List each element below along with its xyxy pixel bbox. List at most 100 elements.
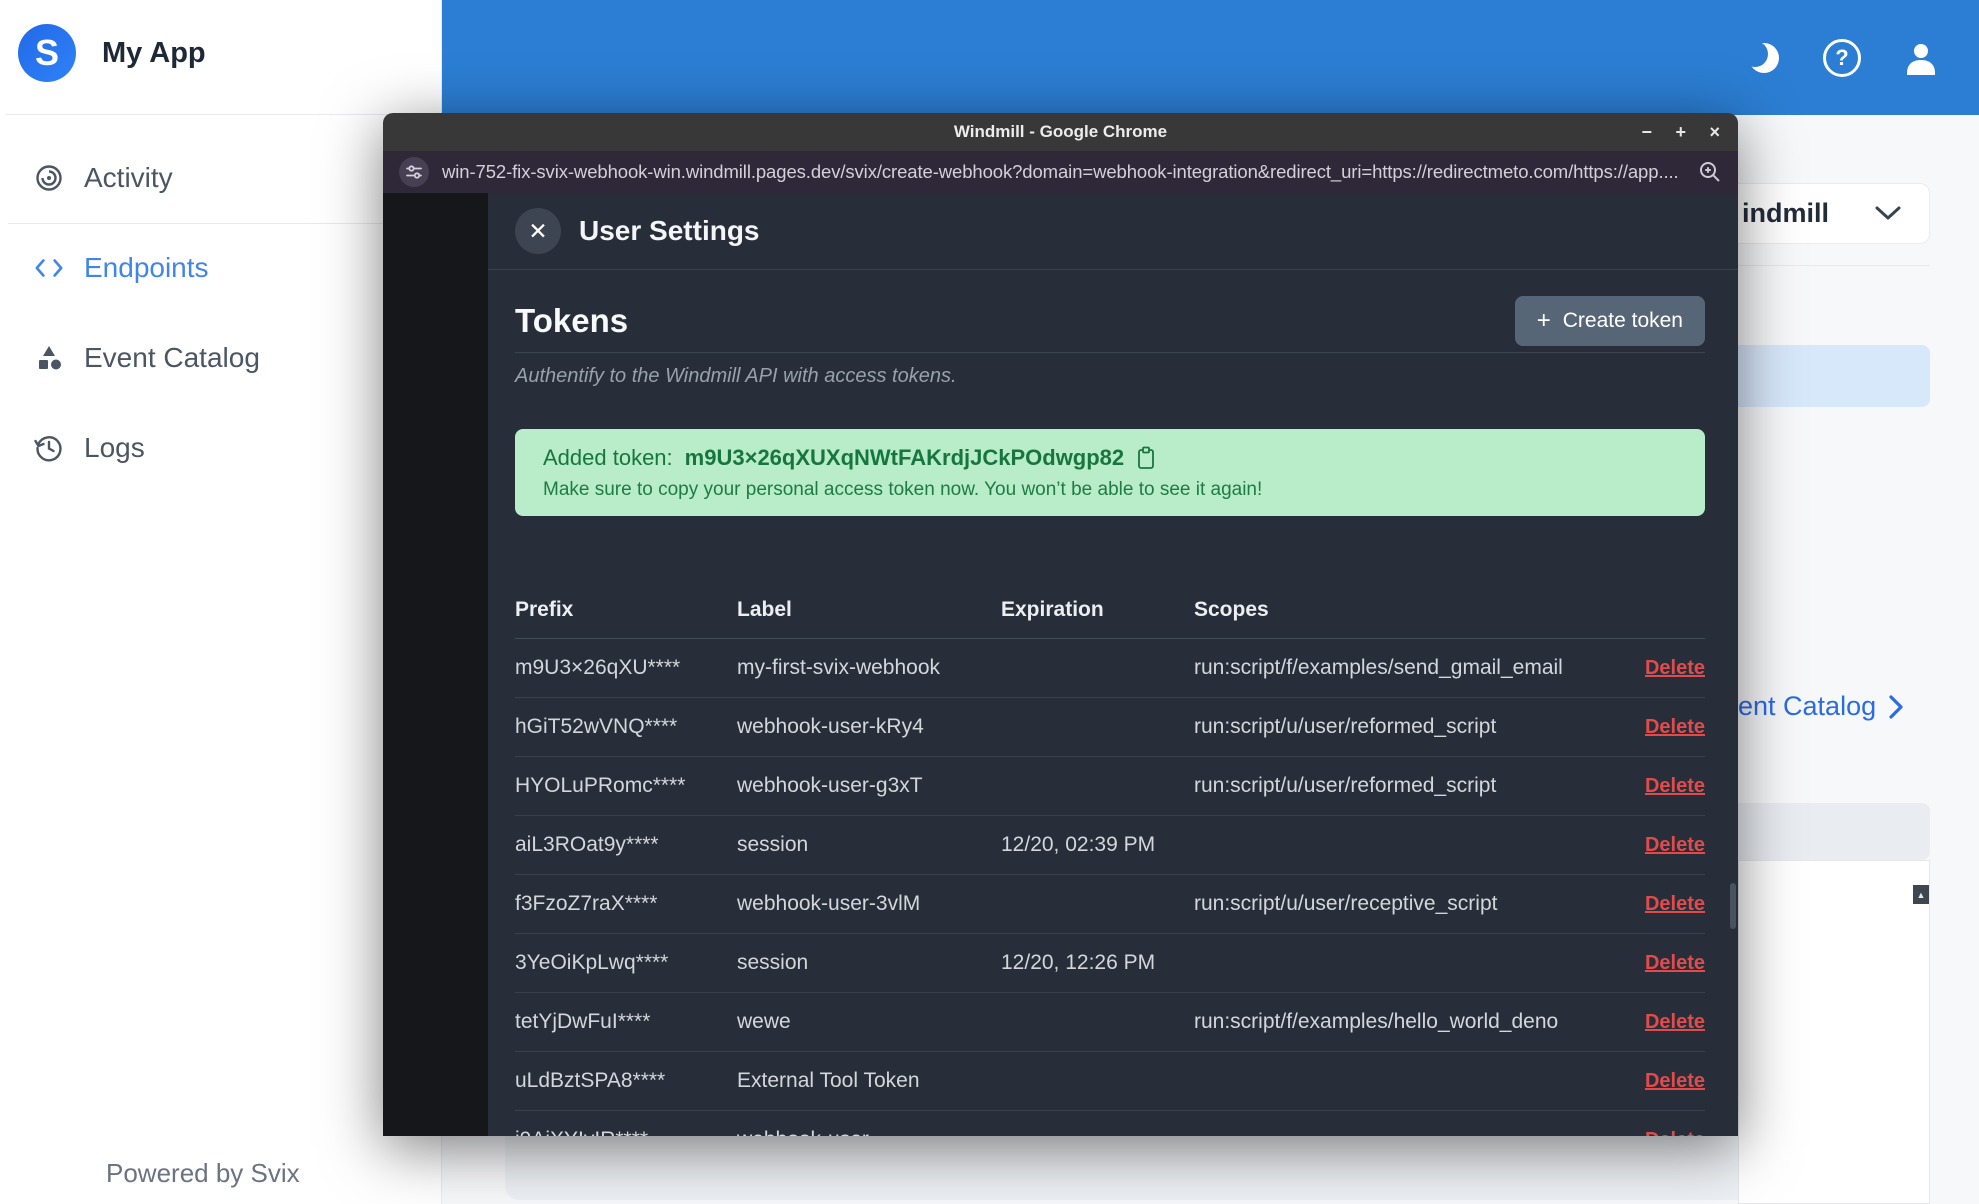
token-scopes: run:script/f/examples/send_gmail_email bbox=[1194, 638, 1610, 698]
user-account-icon[interactable] bbox=[1903, 41, 1939, 75]
token-prefix: HYOLuPRomc**** bbox=[515, 756, 737, 816]
site-settings-icon[interactable] bbox=[399, 157, 429, 187]
token-label: webhook-user-3vlM bbox=[737, 874, 1001, 934]
info-banner-fragment bbox=[1738, 345, 1930, 407]
drawer-title: User Settings bbox=[579, 215, 760, 246]
token-delete-link[interactable]: Delete bbox=[1645, 834, 1705, 856]
workspace-selector-fragment[interactable]: indmill bbox=[1738, 183, 1930, 244]
table-row: 3YeOiKpLwq**** session 12/20, 12:26 PM D… bbox=[515, 933, 1705, 993]
token-delete-link[interactable]: Delete bbox=[1645, 1011, 1705, 1033]
token-scopes: run:script/u/user/reformed_script bbox=[1194, 756, 1610, 816]
token-delete-link[interactable]: Delete bbox=[1645, 716, 1705, 738]
event-catalog-link-text: ent Catalog bbox=[1738, 691, 1877, 721]
token-prefix: uLdBztSPA8**** bbox=[515, 1051, 737, 1111]
token-label: my-first-svix-webhook bbox=[737, 638, 1001, 698]
token-expiration bbox=[1001, 756, 1194, 816]
window-titlebar[interactable]: Windmill - Google Chrome − + × bbox=[383, 113, 1738, 151]
token-delete-link[interactable]: Delete bbox=[1645, 775, 1705, 797]
shapes-icon bbox=[34, 344, 64, 372]
tokens-heading: Tokens bbox=[515, 302, 629, 339]
activity-icon bbox=[34, 163, 64, 193]
token-expiration: 12/20, 02:39 PM bbox=[1001, 815, 1194, 875]
drawer-header: ✕ User Settings bbox=[488, 193, 1738, 270]
token-scopes: run:script/u/user/reformed_script bbox=[1194, 697, 1610, 757]
token-prefix: m9U3×26qXU**** bbox=[515, 638, 737, 698]
zoom-in-icon[interactable] bbox=[1698, 160, 1722, 184]
help-icon[interactable]: ? bbox=[1823, 38, 1861, 77]
divider bbox=[1738, 265, 1930, 266]
dimmed-page-backdrop bbox=[383, 193, 488, 1136]
token-delete-link[interactable]: Delete bbox=[1645, 893, 1705, 915]
table-row: i9AjXYIyIR**** webhook-user Delete bbox=[515, 1110, 1705, 1136]
create-token-button[interactable]: + Create token bbox=[1514, 296, 1705, 346]
token-delete-link[interactable]: Delete bbox=[1645, 1070, 1705, 1092]
portal-sidebar: S My App Activity Endpoints Event Catalo… bbox=[0, 0, 442, 1204]
sidebar-item-label: Activity bbox=[84, 162, 173, 193]
token-expiration: 12/20, 12:26 PM bbox=[1001, 933, 1194, 993]
header-scopes: Scopes bbox=[1194, 572, 1610, 639]
list-row-fragment bbox=[1738, 803, 1930, 860]
token-expiration bbox=[1001, 1051, 1194, 1111]
drawer-scrollbar-thumb[interactable] bbox=[1730, 883, 1736, 929]
powered-by-svix: Powered by Svix bbox=[106, 1158, 300, 1188]
token-delete-link[interactable]: Delete bbox=[1645, 657, 1705, 679]
maximize-button[interactable]: + bbox=[1675, 113, 1686, 151]
close-window-button[interactable]: × bbox=[1709, 113, 1720, 151]
table-row: aiL3ROat9y**** session 12/20, 02:39 PM D… bbox=[515, 815, 1705, 875]
added-token-text: Added token: bbox=[543, 445, 673, 470]
token-scopes bbox=[1194, 1051, 1610, 1111]
sidebar-item-event-catalog[interactable]: Event Catalog bbox=[0, 313, 442, 403]
table-row: uLdBztSPA8**** External Tool Token Delet… bbox=[515, 1051, 1705, 1111]
table-row: HYOLuPRomc**** webhook-user-g3xT run:scr… bbox=[515, 756, 1705, 816]
token-prefix: f3FzoZ7raX**** bbox=[515, 874, 737, 934]
token-prefix: 3YeOiKpLwq**** bbox=[515, 933, 737, 993]
token-delete-link[interactable]: Delete bbox=[1645, 952, 1705, 974]
code-brackets-icon bbox=[34, 255, 64, 281]
sidebar-item-endpoints[interactable]: Endpoints bbox=[0, 223, 442, 313]
token-scopes bbox=[1194, 815, 1610, 875]
token-added-banner: Added token: m9U3×26qXUXqNWtFAKrdjJCkPOd… bbox=[515, 429, 1705, 516]
header-label: Label bbox=[737, 572, 1001, 639]
plus-icon: + bbox=[1536, 307, 1551, 334]
browser-url-bar[interactable]: win-752-fix-svix-webhook-win.windmill.pa… bbox=[383, 151, 1738, 193]
sidebar-item-activity[interactable]: Activity bbox=[0, 133, 442, 223]
scrollbar-up-arrow[interactable]: ▲ bbox=[1913, 885, 1929, 904]
sidebar-divider bbox=[6, 114, 441, 115]
token-expiration bbox=[1001, 1110, 1194, 1136]
text-panel-fragment: ▲ bbox=[1738, 860, 1930, 1204]
app-name: My App bbox=[102, 36, 206, 69]
token-expiration bbox=[1001, 992, 1194, 1052]
sidebar-item-label: Event Catalog bbox=[84, 342, 260, 373]
table-header-row: Prefix Label Expiration Scopes bbox=[515, 572, 1705, 639]
token-label: webhook-user-kRy4 bbox=[737, 697, 1001, 757]
token-scopes bbox=[1194, 1110, 1610, 1136]
token-prefix: hGiT52wVNQ**** bbox=[515, 697, 737, 757]
header-expiration: Expiration bbox=[1001, 572, 1194, 639]
token-prefix: i9AjXYIyIR**** bbox=[515, 1110, 737, 1136]
workspace-name-fragment: indmill bbox=[1742, 198, 1829, 228]
close-drawer-button[interactable]: ✕ bbox=[515, 208, 561, 254]
minimize-button[interactable]: − bbox=[1641, 113, 1652, 151]
token-scopes: run:script/f/examples/hello_world_deno bbox=[1194, 992, 1610, 1052]
token-expiration bbox=[1001, 874, 1194, 934]
token-label: webhook-user bbox=[737, 1110, 1001, 1136]
token-label: External Tool Token bbox=[737, 1051, 1001, 1111]
window-title: Windmill - Google Chrome bbox=[953, 122, 1168, 141]
dark-mode-moon-icon[interactable] bbox=[1745, 40, 1781, 76]
sidebar-item-logs[interactable]: Logs bbox=[0, 403, 442, 493]
url-text[interactable]: win-752-fix-svix-webhook-win.windmill.pa… bbox=[442, 161, 1685, 183]
token-expiration bbox=[1001, 638, 1194, 698]
tokens-section-header: Tokens + Create token bbox=[515, 270, 1705, 353]
token-prefix: aiL3ROat9y**** bbox=[515, 815, 737, 875]
svix-logo-icon: S bbox=[18, 24, 76, 82]
token-label: webhook-user-g3xT bbox=[737, 756, 1001, 816]
user-settings-drawer: ✕ User Settings Tokens + Create token Au… bbox=[488, 193, 1738, 1136]
event-catalog-link-fragment[interactable]: ent Catalog bbox=[1738, 691, 1904, 722]
header-prefix: Prefix bbox=[515, 572, 737, 639]
history-clock-icon bbox=[34, 433, 64, 463]
table-row: hGiT52wVNQ**** webhook-user-kRy4 run:scr… bbox=[515, 697, 1705, 757]
sidebar-item-label: Logs bbox=[84, 432, 145, 463]
token-scopes: run:script/u/user/receptive_script bbox=[1194, 874, 1610, 934]
copy-clipboard-icon[interactable] bbox=[1136, 446, 1156, 470]
token-delete-link[interactable]: Delete bbox=[1645, 1129, 1705, 1136]
